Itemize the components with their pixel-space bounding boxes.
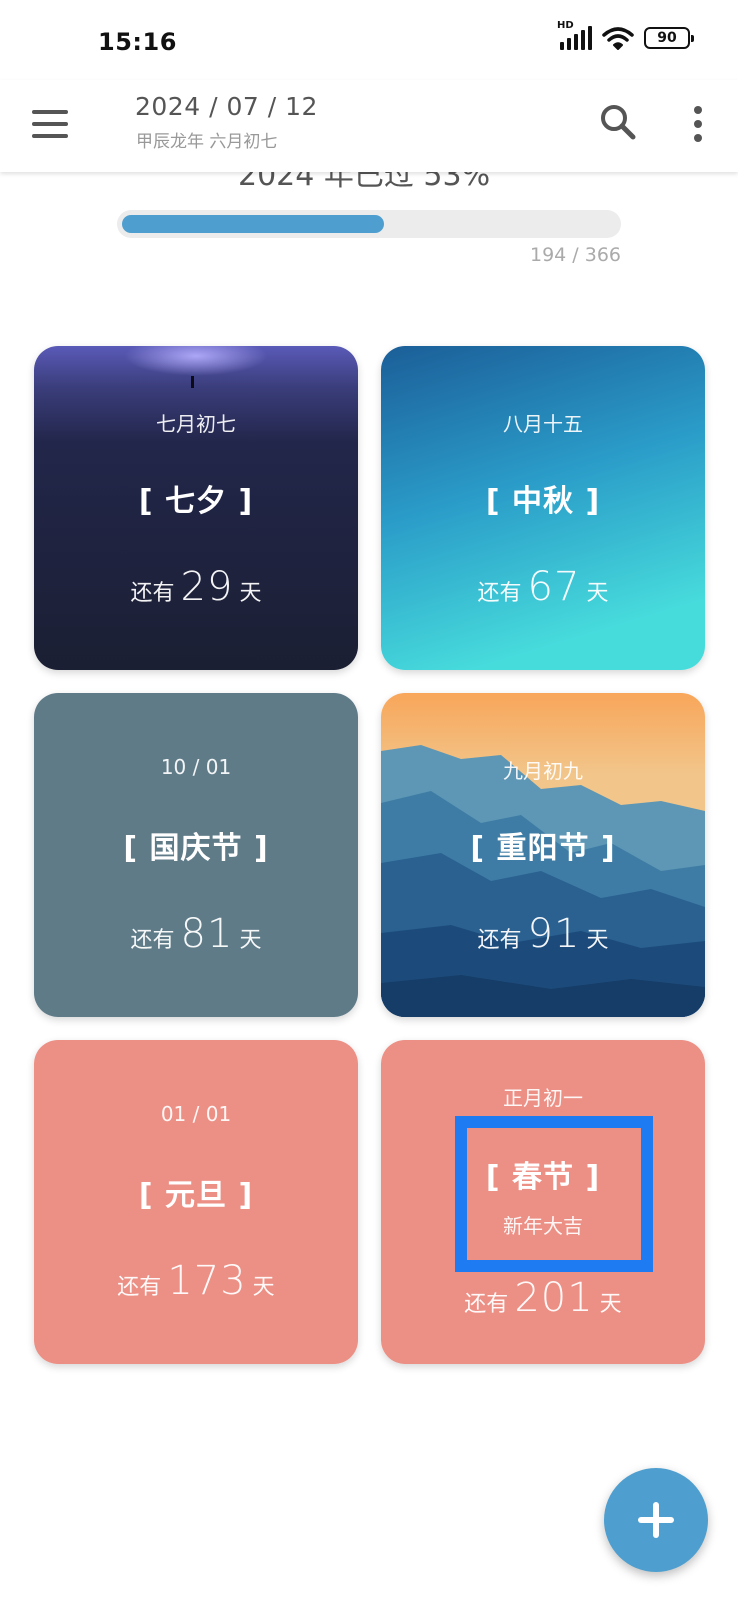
card-festival-name: [ 七夕 ] <box>138 484 254 519</box>
search-icon <box>601 105 636 140</box>
network-label: HD <box>557 20 574 31</box>
card-countdown: 还有 173 天 <box>117 1258 275 1304</box>
card-countdown: 还有 201 天 <box>464 1275 622 1321</box>
highlight-box <box>455 1116 653 1272</box>
card-festival-name: [ 中秋 ] <box>485 484 601 519</box>
current-date: 2024 / 07 / 12 <box>135 92 318 121</box>
card-date: 七月初七 <box>156 412 236 436</box>
card-date: 01 / 01 <box>160 1102 232 1126</box>
status-bar: 15:16 HD 90 <box>0 0 738 80</box>
wifi-icon <box>602 27 634 50</box>
app-bar: 2024 / 07 / 12 甲辰龙年 六月初七 <box>0 80 738 172</box>
festival-card-guoqing[interactable]: 10 / 01 [ 国庆节 ] 还有 81 天 <box>34 693 358 1017</box>
more-vertical-icon <box>694 106 702 114</box>
days-remaining: 81 <box>180 911 234 957</box>
festival-card-chongyang[interactable]: 九月初九 [ 重阳节 ] 还有 91 天 <box>381 693 705 1017</box>
lunar-date: 甲辰龙年 六月初七 <box>136 132 278 152</box>
festival-card-qixi[interactable]: 七月初七 [ 七夕 ] 还有 29 天 <box>34 346 358 670</box>
days-remaining: 201 <box>514 1275 594 1321</box>
battery-icon: 90 <box>644 27 694 49</box>
battery-level: 90 <box>657 30 677 46</box>
days-remaining: 91 <box>527 911 581 957</box>
days-remaining: 29 <box>180 564 234 610</box>
year-progress-count: 194 / 366 <box>529 244 621 266</box>
add-button[interactable] <box>604 1468 708 1572</box>
days-remaining: 67 <box>527 564 581 610</box>
card-festival-name: [ 元旦 ] <box>138 1178 254 1213</box>
days-remaining: 173 <box>167 1258 247 1304</box>
plus-icon <box>638 1502 674 1538</box>
signal-icon: HD <box>557 20 592 50</box>
card-countdown: 还有 67 天 <box>477 564 609 610</box>
card-countdown: 还有 81 天 <box>130 911 262 957</box>
festival-card-zhongqiu[interactable]: 八月十五 [ 中秋 ] 还有 67 天 <box>381 346 705 670</box>
festival-card-chunjie[interactable]: 正月初一 [ 春节 ] 新年大吉 还有 201 天 <box>381 1040 705 1364</box>
menu-button[interactable] <box>32 104 72 144</box>
search-button[interactable] <box>596 100 640 144</box>
year-progress-fill <box>122 215 384 233</box>
festival-card-yuandan[interactable]: 01 / 01 [ 元旦 ] 还有 173 天 <box>34 1040 358 1364</box>
card-date: 10 / 01 <box>160 755 232 779</box>
hamburger-menu-icon <box>32 110 68 114</box>
status-time: 15:16 <box>98 28 177 56</box>
more-options-button[interactable] <box>680 102 716 146</box>
card-festival-name: [ 国庆节 ] <box>123 831 269 866</box>
status-icons: HD 90 <box>557 20 694 50</box>
year-progress-bar <box>117 210 621 238</box>
card-countdown: 还有 29 天 <box>130 564 262 610</box>
card-countdown: 还有 91 天 <box>477 911 609 957</box>
card-date: 正月初一 <box>503 1086 583 1110</box>
card-date: 九月初九 <box>503 759 583 783</box>
card-festival-name: [ 重阳节 ] <box>470 831 616 866</box>
card-date: 八月十五 <box>503 412 583 436</box>
